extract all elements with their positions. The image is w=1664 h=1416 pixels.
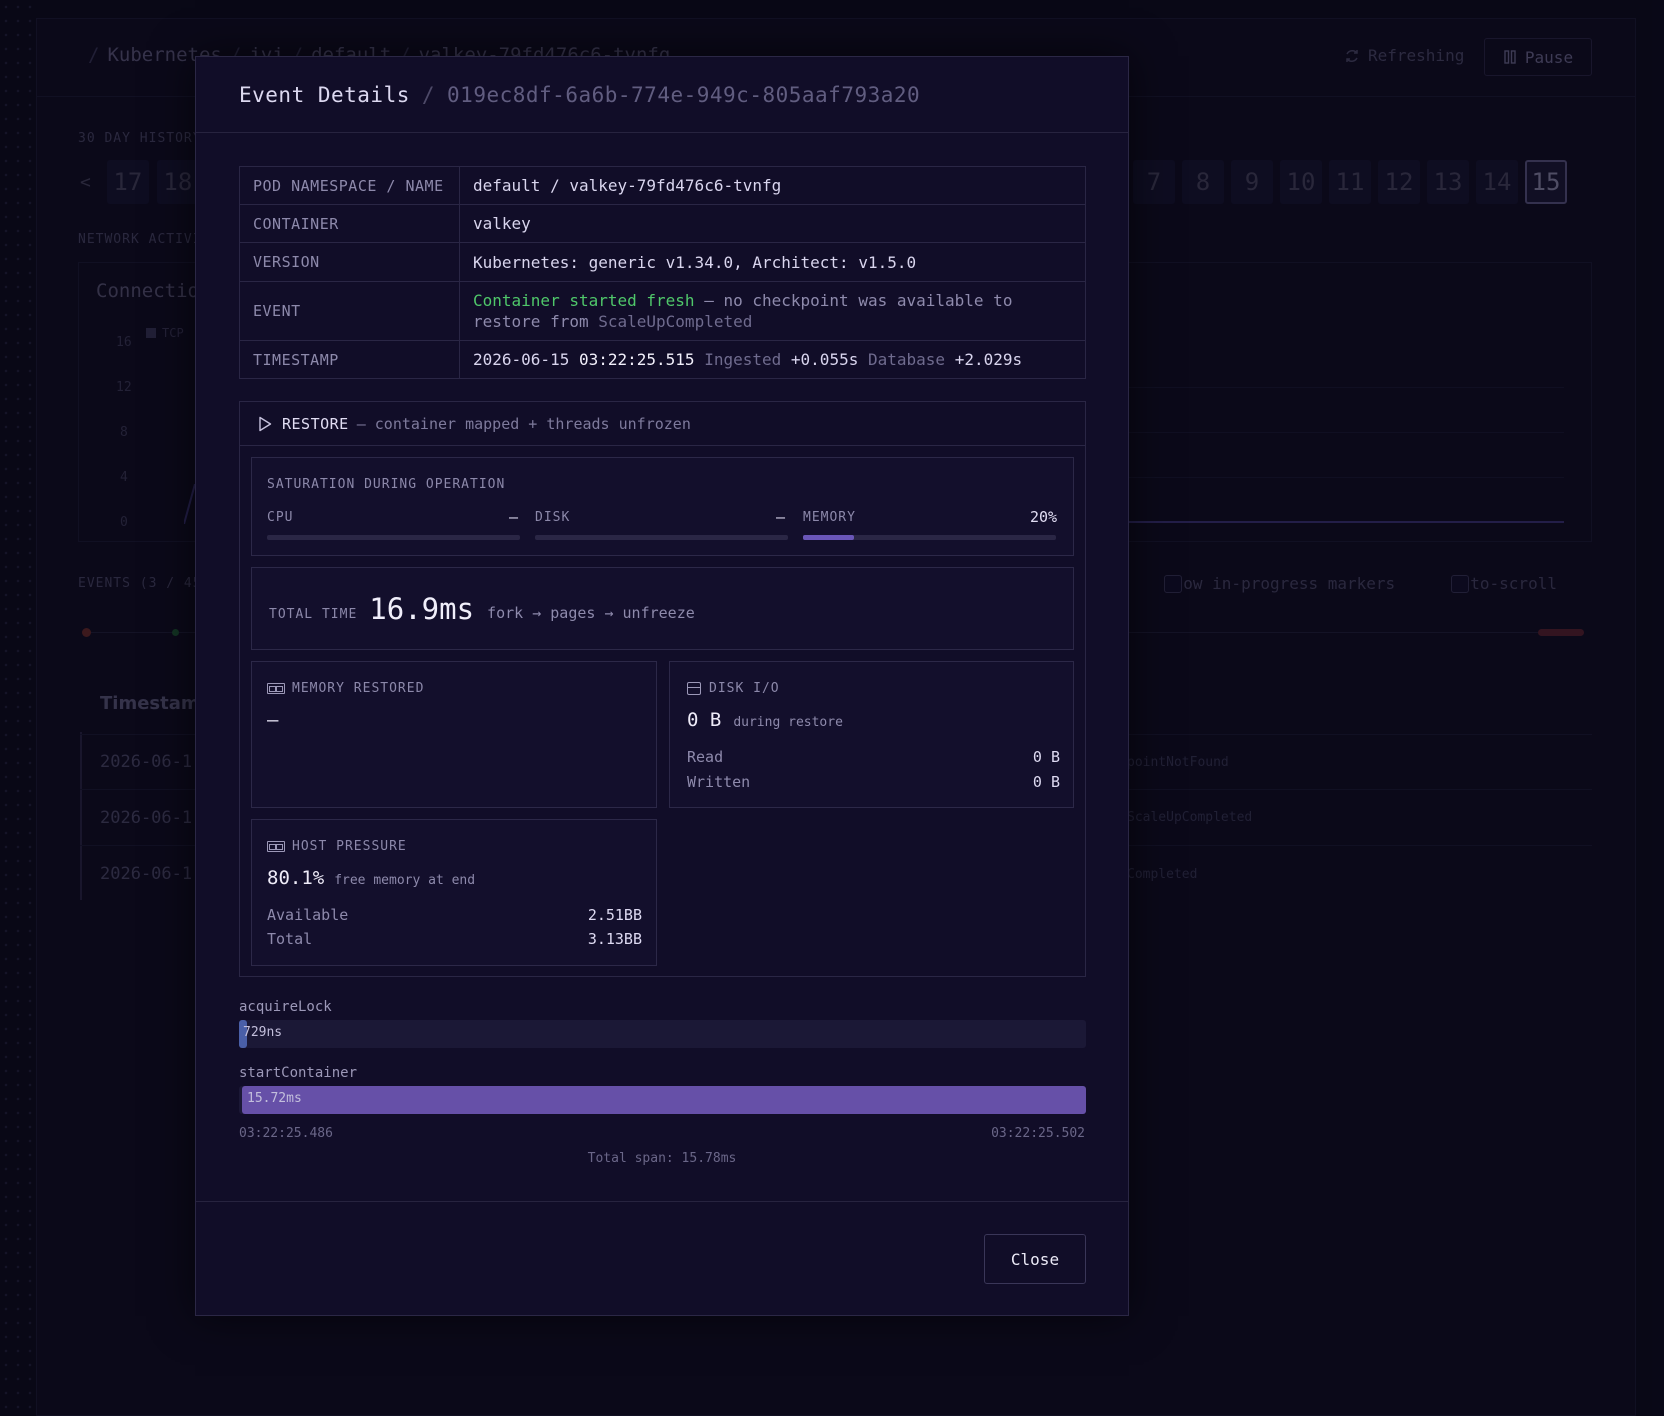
- read-label: Read: [687, 748, 724, 766]
- span-duration: 729ns: [243, 1025, 283, 1040]
- operation-name: RESTORE: [282, 414, 349, 433]
- memory-bar: [803, 535, 1056, 540]
- operation-header[interactable]: RESTORE — container mapped + threads unf…: [240, 402, 1085, 446]
- span-bar-start-container[interactable]: [242, 1086, 1086, 1114]
- memory-restored-panel: MEMORY RESTORED —: [251, 661, 657, 808]
- host-pressure-panel: HOST PRESSURE 80.1% free memory at end A…: [251, 819, 657, 966]
- ts-ingested-label: Ingested: [704, 350, 782, 369]
- event-highlight: Container started fresh: [473, 291, 695, 310]
- disk-io-value: 0 B: [687, 709, 722, 731]
- disk-icon: [687, 682, 701, 695]
- total-span: Total span: 15.78ms: [587, 1151, 737, 1166]
- span-axis-start: 03:22:25.486: [239, 1126, 333, 1141]
- total-row: Total 3.13BB: [267, 930, 642, 948]
- total-time-value: 16.9ms: [369, 591, 475, 626]
- written-value: 0 B: [1032, 773, 1060, 791]
- meta-row-version: VERSION Kubernetes: generic v1.34.0, Arc…: [239, 242, 1086, 282]
- play-icon: [259, 416, 272, 431]
- memory-restored-value: —: [267, 709, 279, 731]
- ts-db-label: Database: [867, 350, 946, 369]
- disk-label: DISK: [535, 510, 571, 525]
- disk-io-panel: DISK I/O 0 B during restore Read 0 B Writ…: [669, 661, 1074, 808]
- disk-io-note: during restore: [733, 715, 843, 730]
- total-value: 3.13BB: [587, 930, 642, 948]
- read-value: 0 B: [1032, 748, 1060, 766]
- disk-io-label: DISK I/O: [709, 681, 780, 696]
- disk-read-row: Read 0 B: [687, 748, 1060, 766]
- event-id: 019ec8df-6a6b-774e-949c-805aaf793a20: [447, 82, 921, 107]
- ts-time: 03:22:25.515: [578, 350, 695, 369]
- host-pressure-note: free memory at end: [334, 873, 476, 888]
- host-pressure-summary: 80.1% free memory at end: [267, 867, 475, 889]
- meta-key: VERSION: [239, 242, 460, 282]
- span-track: 729ns: [239, 1020, 1086, 1048]
- meta-value-timestamp: 2026-06-15 03:22:25.515 Ingested +0.055s…: [459, 340, 1086, 379]
- memory-value: 20%: [1030, 508, 1058, 526]
- disk-bar: [535, 535, 788, 540]
- event-details-modal: Event Details / 019ec8df-6a6b-774e-949c-…: [195, 56, 1129, 1316]
- span-name: acquireLock: [239, 999, 332, 1015]
- written-label: Written: [687, 773, 751, 791]
- memory-label: MEMORY: [803, 510, 856, 525]
- span-axis-end: 03:22:25.502: [991, 1126, 1085, 1141]
- available-label: Available: [267, 906, 349, 924]
- meta-key: EVENT: [239, 281, 460, 341]
- title-separator: /: [421, 82, 436, 107]
- memory-bar-fill: [803, 535, 854, 540]
- available-row: Available 2.51BB: [267, 906, 642, 924]
- restore-operation-panel: RESTORE — container mapped + threads unf…: [239, 401, 1086, 977]
- meta-value-container: valkey: [459, 204, 1086, 243]
- modal-footer-divider: [196, 1201, 1128, 1202]
- operation-description: — container mapped + threads unfrozen: [356, 414, 691, 433]
- memory-restored-label: MEMORY RESTORED: [292, 681, 425, 696]
- meta-key: POD NAMESPACE / NAME: [239, 166, 460, 205]
- close-button[interactable]: Close: [984, 1234, 1086, 1284]
- host-pressure-header: HOST PRESSURE: [267, 839, 407, 854]
- ts-ingested-value: +0.055s: [790, 350, 859, 369]
- modal-header: Event Details / 019ec8df-6a6b-774e-949c-…: [196, 57, 1128, 133]
- meta-row-container: CONTAINER valkey: [239, 204, 1086, 243]
- meta-row-pod: POD NAMESPACE / NAME default / valkey-79…: [239, 166, 1086, 205]
- total-time-panel: TOTAL TIME 16.9ms fork → pages → unfreez…: [251, 567, 1074, 650]
- host-pressure-label: HOST PRESSURE: [292, 839, 407, 854]
- disk-written-row: Written 0 B: [687, 773, 1060, 791]
- total-time-label: TOTAL TIME: [269, 607, 358, 622]
- meta-row-event: EVENT Container started fresh — no check…: [239, 281, 1086, 341]
- available-value: 2.51BB: [587, 906, 642, 924]
- saturation-panel: SATURATION DURING OPERATION CPU — DISK —…: [251, 457, 1074, 556]
- memory-chip-icon: [267, 841, 285, 852]
- memory-restored-header: MEMORY RESTORED: [267, 681, 424, 696]
- disk-io-summary: 0 B during restore: [687, 709, 843, 731]
- meta-value-pod: default / valkey-79fd476c6-tvnfg: [459, 166, 1086, 205]
- saturation-title: SATURATION DURING OPERATION: [267, 477, 506, 492]
- ts-db-value: +2.029s: [954, 350, 1023, 369]
- memory-chip-icon: [267, 683, 285, 694]
- cpu-bar: [267, 535, 520, 540]
- event-metadata-table: POD NAMESPACE / NAME default / valkey-79…: [239, 166, 1086, 379]
- meta-value-event: Container started fresh — no checkpoint …: [459, 281, 1086, 341]
- ts-date: 2026-06-15: [473, 350, 570, 369]
- meta-value-version: Kubernetes: generic v1.34.0, Architect: …: [459, 242, 1086, 282]
- disk-value: —: [776, 508, 786, 526]
- meta-row-timestamp: TIMESTAMP 2026-06-15 03:22:25.515 Ingest…: [239, 340, 1086, 379]
- span-track: 15.72ms: [239, 1086, 1086, 1114]
- meta-key: CONTAINER: [239, 204, 460, 243]
- total-time-flow: fork → pages → unfreeze: [487, 603, 695, 622]
- cpu-value: —: [509, 508, 519, 526]
- modal-title: Event Details: [239, 82, 410, 107]
- event-reason: ScaleUpCompleted: [598, 312, 753, 331]
- meta-key: TIMESTAMP: [239, 340, 460, 379]
- span-duration: 15.72ms: [247, 1091, 302, 1106]
- host-pressure-value: 80.1%: [267, 867, 325, 889]
- disk-io-header: DISK I/O: [687, 681, 780, 696]
- cpu-label: CPU: [267, 510, 294, 525]
- total-label: Total: [267, 930, 313, 948]
- span-name: startContainer: [239, 1065, 358, 1081]
